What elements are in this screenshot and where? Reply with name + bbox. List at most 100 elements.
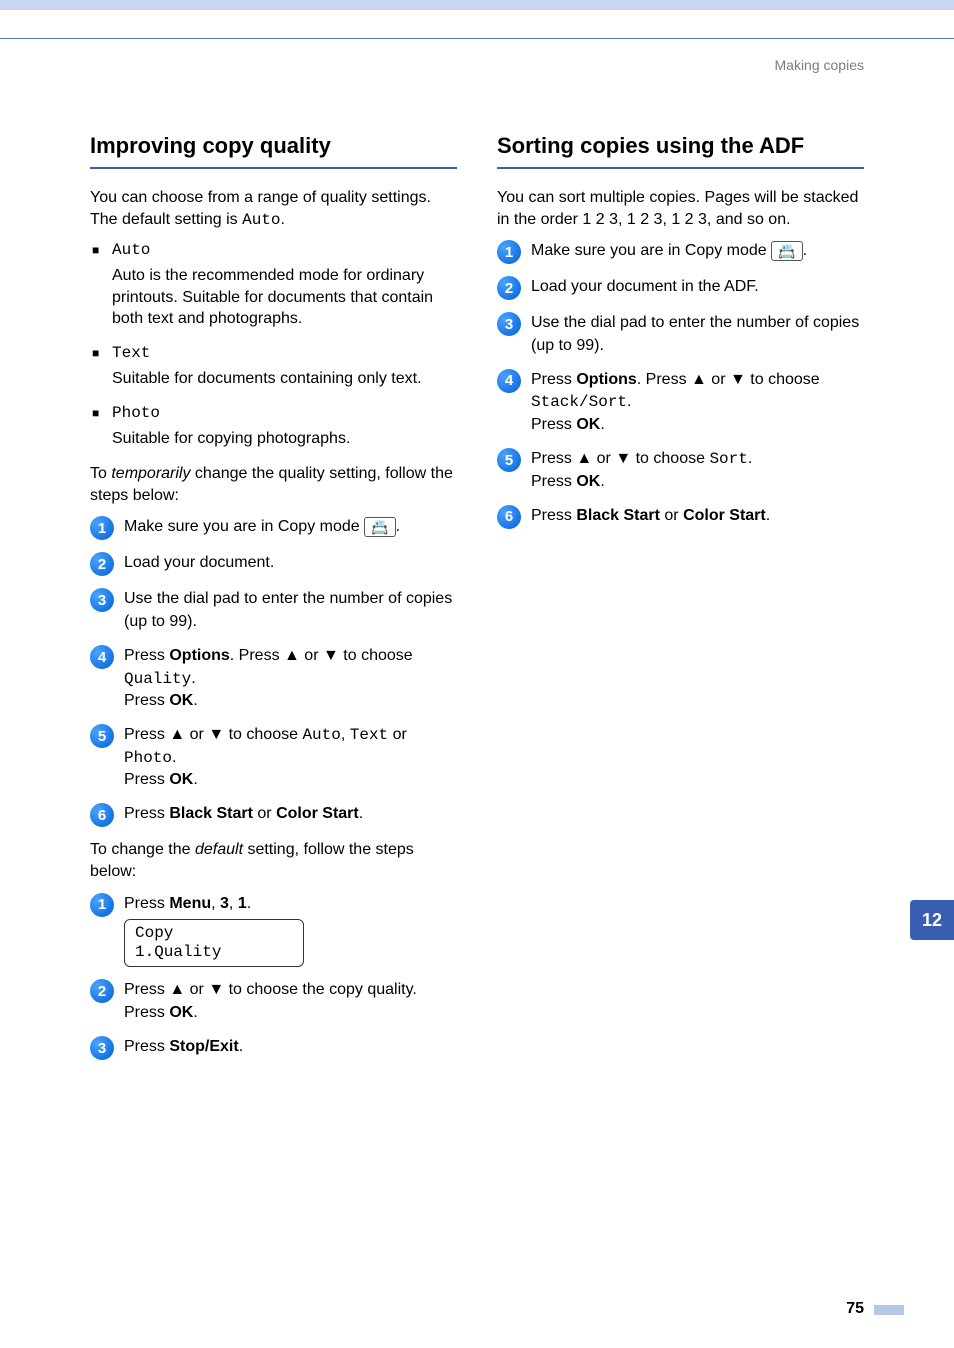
step-badge-6: 6 xyxy=(90,803,114,827)
step-1: 1 Make sure you are in Copy mode 📇. xyxy=(90,516,457,540)
dstep-2: 2 Press ▲ or ▼ to choose the copy qualit… xyxy=(90,979,457,1024)
s6b: or xyxy=(253,805,276,822)
s4f: Press xyxy=(124,692,169,709)
r5c: to choose xyxy=(631,450,709,467)
step-5: 5 Press ▲ or ▼ to choose Auto, Text or P… xyxy=(90,724,457,791)
r5-sort: Sort xyxy=(709,450,747,468)
r4f: Press xyxy=(531,416,576,433)
rstep-badge-4: 4 xyxy=(497,369,521,393)
page-content: Improving copy quality You can choose fr… xyxy=(0,73,954,1072)
s4d: to choose xyxy=(339,647,413,664)
r6a: Press xyxy=(531,507,576,524)
s4b: . Press xyxy=(230,647,284,664)
s5d: , xyxy=(341,726,350,743)
option-photo-desc: Suitable for copying photographs. xyxy=(112,428,457,450)
dstep-badge-2: 2 xyxy=(90,979,114,1003)
rstep-3: 3 Use the dial pad to enter the number o… xyxy=(497,312,864,357)
down-arrow-icon: ▼ xyxy=(208,726,224,743)
s5f: . xyxy=(172,749,176,766)
step-6: 6 Press Black Start or Color Start. xyxy=(90,803,457,827)
quality-option-list: Auto xyxy=(90,241,457,259)
quality-option-list: Photo xyxy=(90,404,457,422)
s4a: Press xyxy=(124,647,169,664)
option-text-label: Text xyxy=(112,344,150,362)
rstep-2: 2 Load your document in the ADF. xyxy=(497,276,864,300)
chapter-tab: 12 xyxy=(910,900,954,940)
temp-a: To xyxy=(90,465,111,482)
r4c: or xyxy=(707,371,730,388)
default-i: default xyxy=(195,841,243,858)
rstep-badge-1: 1 xyxy=(497,240,521,264)
r4g: . xyxy=(600,416,604,433)
rstep-1-text: Make sure you are in Copy mode 📇. xyxy=(531,240,864,262)
s6-black: Black Start xyxy=(169,805,253,822)
up-arrow-icon: ▲ xyxy=(576,450,592,467)
r5b: or xyxy=(592,450,615,467)
down-arrow-icon: ▼ xyxy=(615,450,631,467)
step-2-text: Load your document. xyxy=(124,552,457,574)
up-arrow-icon: ▲ xyxy=(169,726,185,743)
option-auto-desc: Auto is the recommended mode for ordinar… xyxy=(112,265,457,330)
s5a: Press xyxy=(124,726,169,743)
heading-sorting-adf: Sorting copies using the ADF xyxy=(497,133,864,169)
s5e: or xyxy=(388,726,407,743)
rstep-badge-5: 5 xyxy=(497,448,521,472)
r4a: Press xyxy=(531,371,576,388)
s5-auto: Auto xyxy=(302,726,340,744)
d3-stopexit: Stop/Exit xyxy=(169,1038,238,1055)
dstep-3-text: Press Stop/Exit. xyxy=(124,1036,457,1058)
copy-mode-icon: 📇 xyxy=(771,241,802,261)
step-badge-3: 3 xyxy=(90,588,114,612)
top-rule xyxy=(0,38,954,39)
r4-options: Options xyxy=(576,371,636,388)
default-text: To change the default setting, follow th… xyxy=(90,839,457,882)
r6c: . xyxy=(766,507,770,524)
d2d: Press xyxy=(124,1004,169,1021)
breadcrumb: Making copies xyxy=(0,57,954,73)
r5e: Press xyxy=(531,473,576,490)
rstep-6-text: Press Black Start or Color Start. xyxy=(531,505,864,527)
step-badge-2: 2 xyxy=(90,552,114,576)
d1-1: 1 xyxy=(238,895,247,912)
s5h: . xyxy=(193,771,197,788)
rstep-badge-3: 3 xyxy=(497,312,521,336)
step-badge-1: 1 xyxy=(90,516,114,540)
temp-i: temporarily xyxy=(111,465,190,482)
s5-photo: Photo xyxy=(124,749,172,767)
option-text-desc: Suitable for documents containing only t… xyxy=(112,368,457,390)
s4-ok: OK xyxy=(169,692,193,709)
step-3-text: Use the dial pad to enter the number of … xyxy=(124,588,457,633)
r4e: . xyxy=(627,393,631,410)
dstep-3: 3 Press Stop/Exit. xyxy=(90,1036,457,1060)
s4g: . xyxy=(193,692,197,709)
rstep-4: 4 Press Options. Press ▲ or ▼ to choose … xyxy=(497,369,864,436)
step-4: 4 Press Options. Press ▲ or ▼ to choose … xyxy=(90,645,457,712)
right-intro: You can sort multiple copies. Pages will… xyxy=(497,187,864,230)
r6-black: Black Start xyxy=(576,507,660,524)
step-4-text: Press Options. Press ▲ or ▼ to choose Qu… xyxy=(124,645,457,712)
rstep-badge-6: 6 xyxy=(497,505,521,529)
step-badge-4: 4 xyxy=(90,645,114,669)
temporary-steps: 1 Make sure you are in Copy mode 📇. 2 Lo… xyxy=(90,516,457,827)
d1-3: 3 xyxy=(220,895,229,912)
dstep-badge-1: 1 xyxy=(90,893,114,917)
default-a: To change the xyxy=(90,841,195,858)
dstep-1: 1 Press Menu, 3, 1. Copy 1.Quality xyxy=(90,893,457,968)
option-auto-label: Auto xyxy=(112,241,150,259)
s6-color: Color Start xyxy=(276,805,359,822)
rstep-badge-2: 2 xyxy=(497,276,521,300)
rstep-6: 6 Press Black Start or Color Start. xyxy=(497,505,864,529)
d1a: Press xyxy=(124,895,169,912)
left-column: Improving copy quality You can choose fr… xyxy=(90,133,457,1072)
up-arrow-icon: ▲ xyxy=(284,647,300,664)
step-badge-5: 5 xyxy=(90,724,114,748)
s1b: . xyxy=(396,518,400,535)
step-6-text: Press Black Start or Color Start. xyxy=(124,803,457,825)
rstep-1: 1 Make sure you are in Copy mode 📇. xyxy=(497,240,864,264)
rstep-3-text: Use the dial pad to enter the number of … xyxy=(531,312,864,357)
default-steps: 1 Press Menu, 3, 1. Copy 1.Quality 2 Pre… xyxy=(90,893,457,1061)
step-2: 2 Load your document. xyxy=(90,552,457,576)
d2a: Press xyxy=(124,981,169,998)
r4d: to choose xyxy=(746,371,820,388)
r4b: . Press xyxy=(637,371,691,388)
